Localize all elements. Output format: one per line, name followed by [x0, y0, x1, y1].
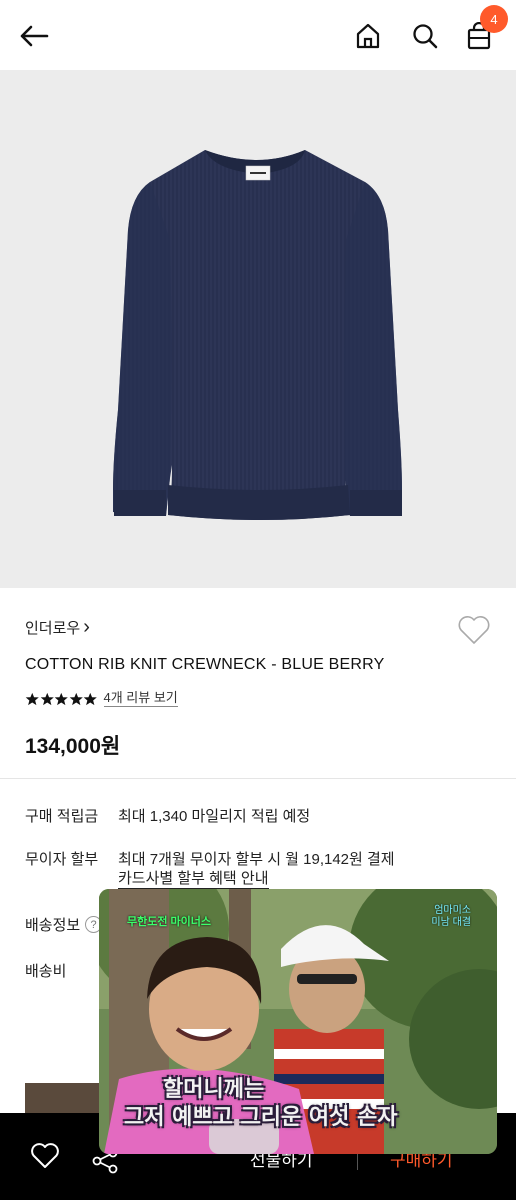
shipping-fee-label: 배송비	[25, 963, 67, 980]
card-benefit-link[interactable]: 카드사별 할부 혜택 안내	[118, 870, 269, 889]
chevron-right-icon: ›	[83, 616, 90, 638]
installment-value: 최대 7개월 무이자 할부 시 월 19,142원 결제	[118, 851, 395, 868]
back-arrow-icon[interactable]	[12, 14, 56, 58]
product-image[interactable]	[0, 70, 516, 588]
corner-tag: 엄마미소 미남 대결	[431, 905, 471, 929]
product-price: 134,000원	[25, 735, 121, 758]
shipping-info-label: 배송정보	[25, 917, 81, 934]
sweater-image	[113, 150, 402, 520]
cart-count-badge: 4	[480, 5, 508, 33]
star-icon	[54, 692, 68, 705]
heart-icon[interactable]	[30, 1142, 60, 1170]
installment-label: 무이자 할부	[25, 851, 99, 868]
corner-tag-line1: 엄마미소	[434, 905, 471, 916]
brand-link[interactable]: 인더로우 ›	[25, 617, 90, 638]
star-icon	[69, 692, 83, 705]
video-overlay[interactable]: 무한도전 마이너스 엄마미소 미남 대결 할머니께는 그저 예쁘고 그리운 여섯…	[99, 889, 497, 1154]
brand-name: 인더로우	[25, 620, 81, 637]
points-label: 구매 적립금	[25, 808, 99, 825]
star-icon	[25, 692, 39, 705]
channel-tag: 무한도전 마이너스	[127, 916, 212, 928]
review-link[interactable]: 4개 리뷰 보기	[103, 690, 178, 707]
section-divider	[0, 778, 516, 779]
corner-tag-line2: 미남 대결	[431, 917, 471, 928]
star-icon	[83, 692, 97, 705]
search-icon[interactable]	[403, 14, 447, 58]
top-app-bar: 4	[0, 0, 516, 70]
review-thumbnail[interactable]	[25, 1083, 105, 1115]
home-icon[interactable]	[346, 14, 390, 58]
star-icon	[40, 692, 54, 705]
product-title: COTTON RIB KNIT CREWNECK - BLUE BERRY	[25, 656, 385, 673]
wishlist-heart-icon[interactable]	[457, 614, 491, 646]
rating-stars	[25, 692, 98, 706]
points-value: 최대 1,340 마일리지 적립 예정	[118, 808, 311, 825]
rating-row: 4개 리뷰 보기	[25, 690, 178, 707]
subtitle-line-2: 그저 예쁘고 그리운 여섯 손자	[124, 1104, 398, 1130]
